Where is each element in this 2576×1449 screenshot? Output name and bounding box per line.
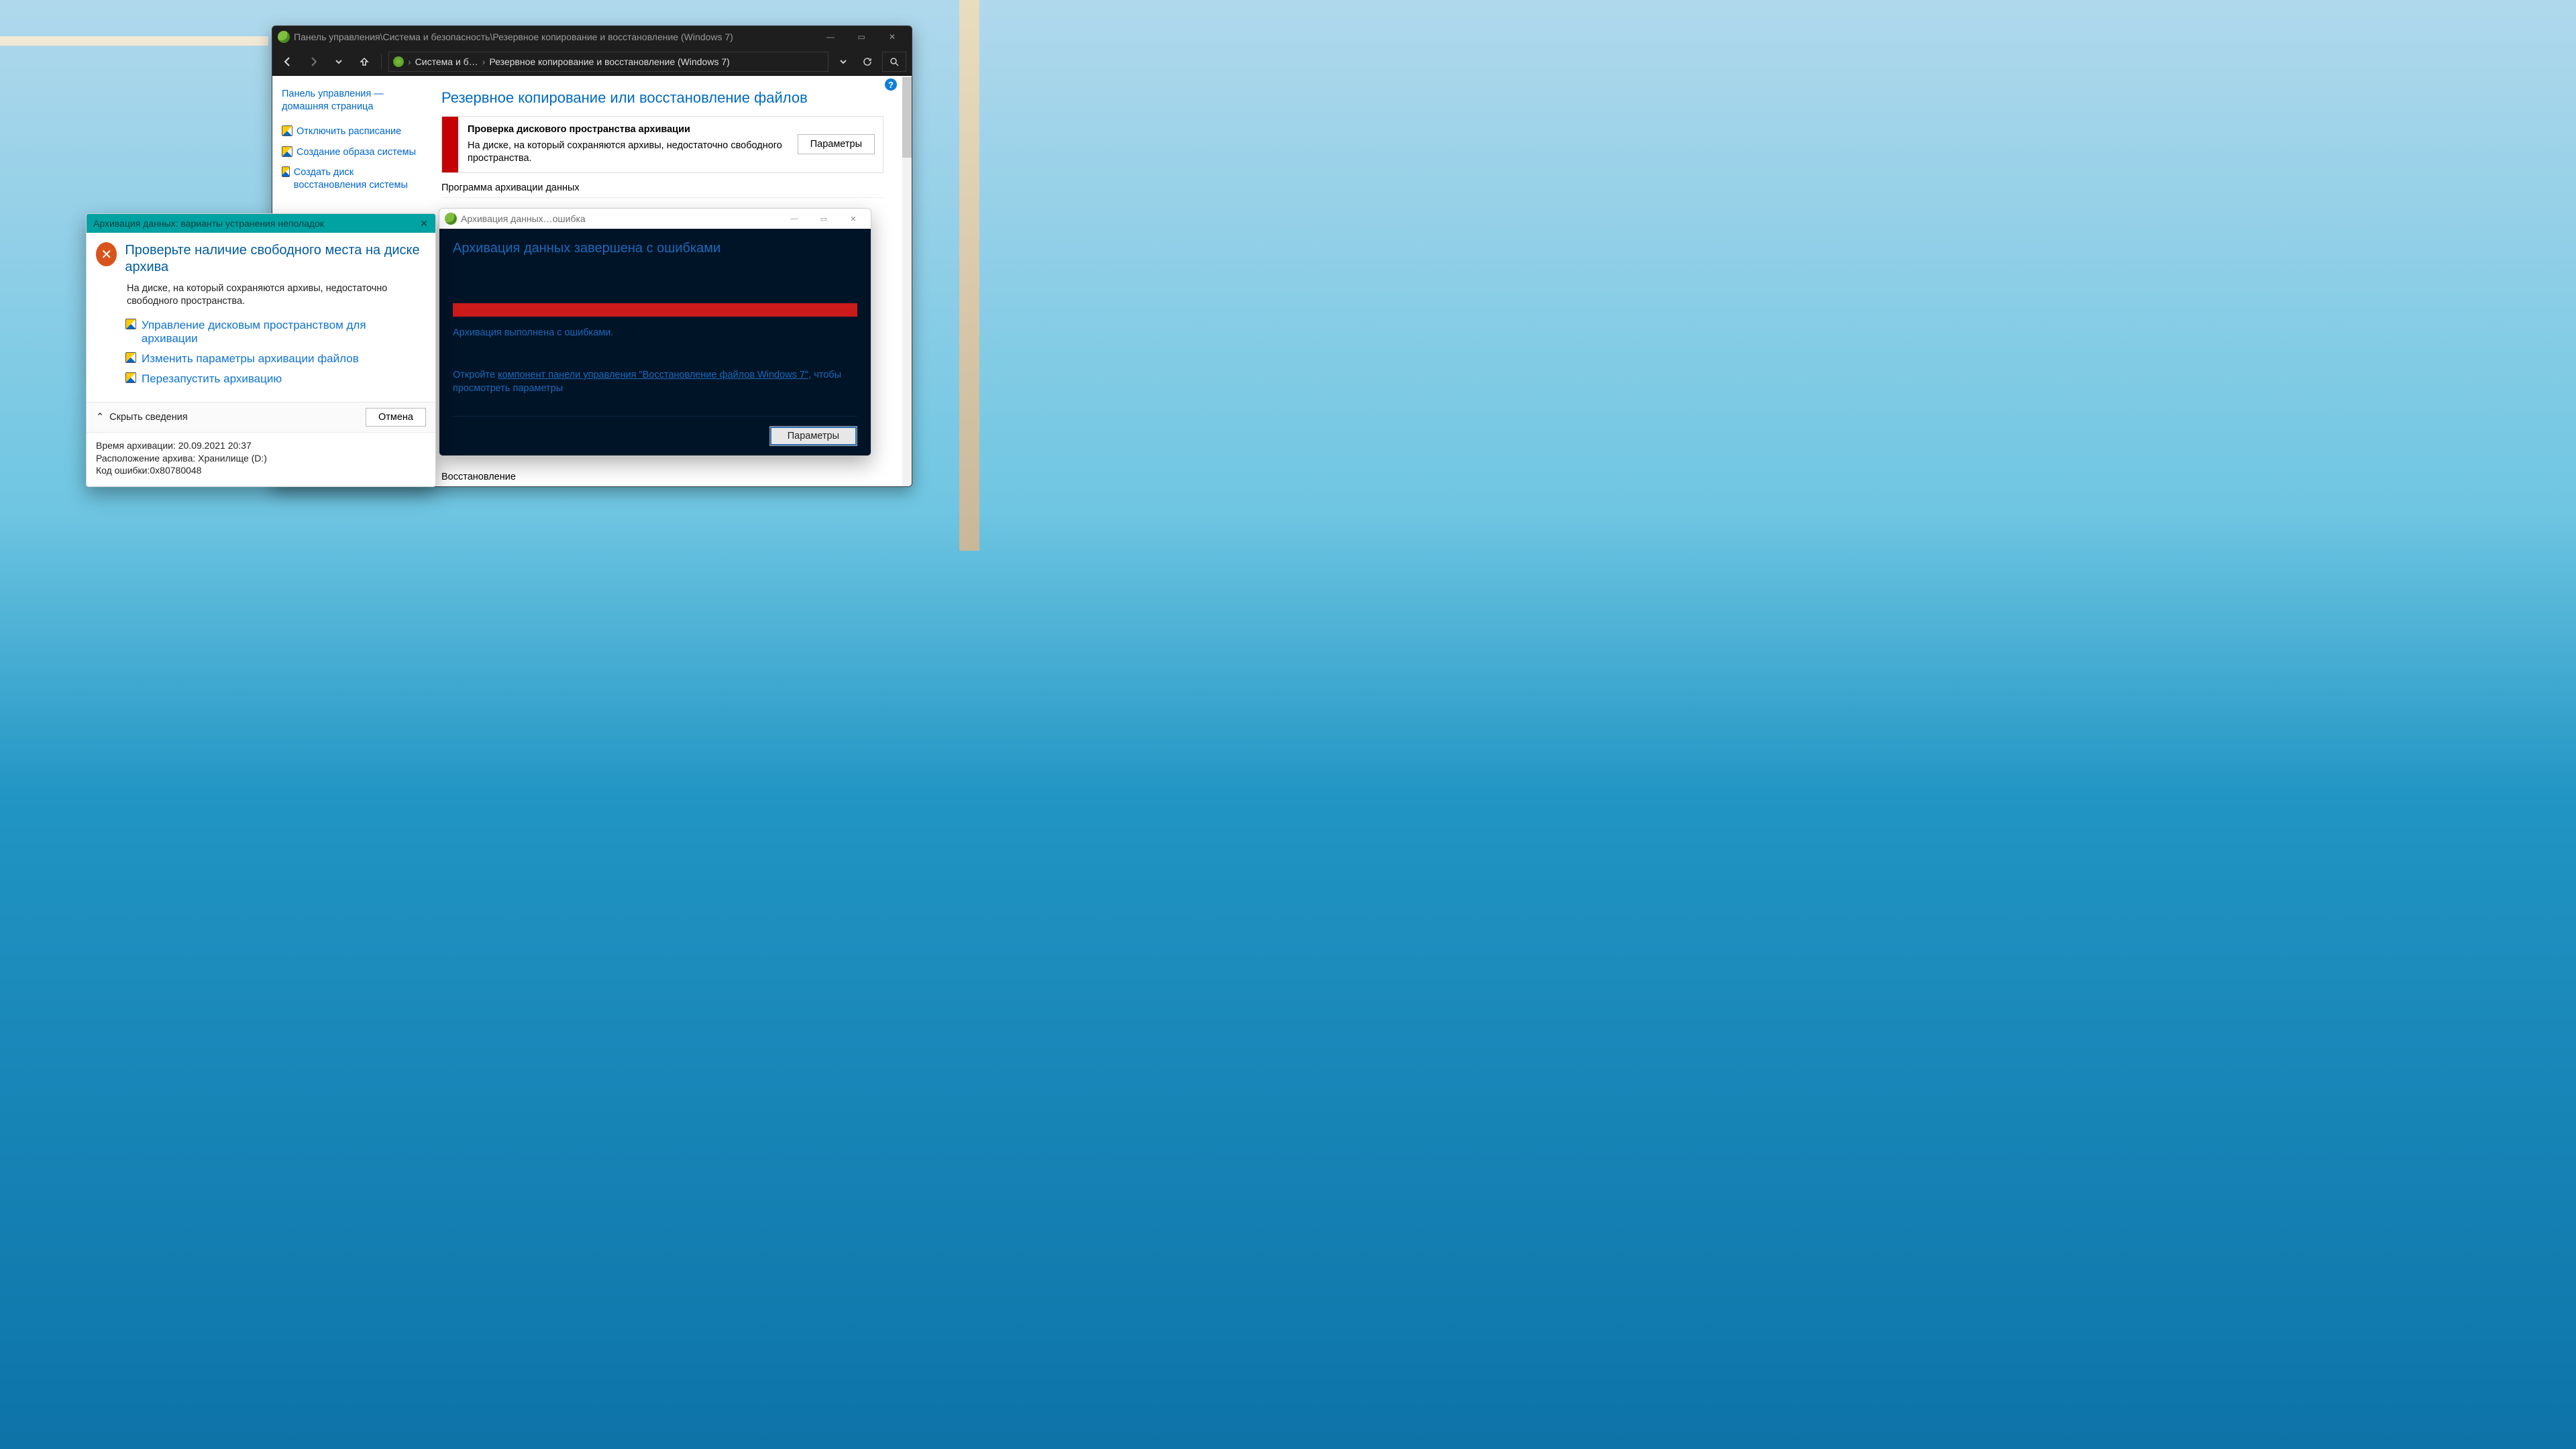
options-button[interactable]: Параметры xyxy=(769,426,857,446)
detail-label: Время архивации: xyxy=(96,440,178,451)
open-control-panel-link[interactable]: компонент панели управления "Восстановле… xyxy=(498,370,808,380)
detail-label: Расположение архива: xyxy=(96,453,198,464)
details-panel: Время архивации: 20.09.2021 20:37 Распол… xyxy=(87,432,435,487)
maximize-button[interactable]: ▭ xyxy=(846,26,877,48)
scrollbar-thumb[interactable] xyxy=(902,77,912,158)
titlebar[interactable]: Панель управления\Система и безопасность… xyxy=(272,26,912,48)
section-heading: Программа архивации данных xyxy=(441,182,883,193)
error-progress-bar xyxy=(453,303,857,317)
action-label: Перезапустить архивацию xyxy=(142,372,282,386)
detail-error-code: Код ошибки:0x80780048 xyxy=(96,464,426,477)
hide-details-label: Скрыть сведения xyxy=(109,412,188,423)
shield-icon xyxy=(282,125,292,136)
action-restart-backup[interactable]: Перезапустить архивацию xyxy=(125,372,423,386)
close-button[interactable]: ✕ xyxy=(417,218,431,229)
error-heading: Архивация данных завершена с ошибками xyxy=(453,241,857,256)
maximize-button[interactable]: ▭ xyxy=(809,209,839,228)
titlebar[interactable]: Архивация данных: варианты устранения не… xyxy=(87,214,435,233)
troubleshoot-dialog: Архивация данных: варианты устранения не… xyxy=(86,213,436,487)
sidebar-link-system-image[interactable]: Создание образа системы xyxy=(282,146,417,159)
forward-button[interactable] xyxy=(303,52,323,72)
shield-icon xyxy=(282,146,292,157)
recent-dropdown-button[interactable] xyxy=(329,52,349,72)
help-icon[interactable]: ? xyxy=(885,78,897,91)
detail-value: Хранилище (D:) xyxy=(198,453,267,464)
restore-heading: Восстановление xyxy=(441,472,516,482)
detail-value: 0x80780048 xyxy=(150,465,201,476)
minimize-button[interactable]: — xyxy=(780,209,809,228)
sidebar-link-label: Отключить расписание xyxy=(297,125,401,138)
path-icon xyxy=(393,56,404,67)
sidebar-link-schedule-off[interactable]: Отключить расписание xyxy=(282,125,417,138)
cancel-button[interactable]: Отмена xyxy=(366,408,426,427)
error-open-line: Откройте компонент панели управления "Во… xyxy=(453,369,857,395)
control-panel-home-link[interactable]: Панель управления — домашняя страница xyxy=(282,88,417,113)
alert-options-button[interactable]: Параметры xyxy=(798,134,875,154)
up-button[interactable] xyxy=(354,52,374,72)
error-status-line: Архивация выполнена с ошибками. xyxy=(453,327,857,338)
breadcrumb-item[interactable]: Резервное копирование и восстановление (… xyxy=(489,56,729,67)
action-label: Управление дисковым пространством для ар… xyxy=(142,319,423,345)
close-button[interactable]: ✕ xyxy=(877,26,908,48)
action-change-backup-settings[interactable]: Изменить параметры архивации файлов xyxy=(125,352,423,366)
breadcrumb[interactable]: › Система и б… › Резервное копирование и… xyxy=(388,52,828,72)
alert-body: На диске, на который сохраняются архивы,… xyxy=(468,140,788,166)
refresh-button[interactable] xyxy=(858,52,877,71)
app-icon xyxy=(445,213,457,225)
sidebar-link-label: Создание образа системы xyxy=(297,146,416,159)
window-title: Панель управления\Система и безопасность… xyxy=(294,32,815,42)
address-bar: › Система и б… › Резервное копирование и… xyxy=(272,48,912,76)
path-dropdown-button[interactable] xyxy=(834,52,853,71)
back-button[interactable] xyxy=(278,52,298,72)
minimize-button[interactable]: — xyxy=(815,26,846,48)
sidebar-link-label: Создать диск восстановления системы xyxy=(294,166,417,192)
chevron-right-icon: › xyxy=(408,56,411,67)
dialog-title: Архивация данных: варианты устранения не… xyxy=(93,218,324,229)
titlebar[interactable]: Архивация данных…ошибка — ▭ ✕ xyxy=(439,209,871,229)
alert-severity-bar xyxy=(442,117,458,172)
shield-icon xyxy=(125,372,136,383)
disk-space-alert: Проверка дискового пространства архиваци… xyxy=(441,116,883,173)
sidebar-link-recovery-disc[interactable]: Создать диск восстановления системы xyxy=(282,166,417,192)
detail-backup-time: Время архивации: 20.09.2021 20:37 xyxy=(96,439,426,452)
close-button[interactable]: ✕ xyxy=(839,209,868,228)
shield-icon xyxy=(125,352,136,363)
breadcrumb-item[interactable]: Система и б… xyxy=(415,56,478,67)
detail-value: 20.09.2021 20:37 xyxy=(178,440,252,451)
chevron-up-icon: ⌃ xyxy=(96,412,104,423)
shield-icon xyxy=(282,166,290,177)
search-input[interactable] xyxy=(882,52,906,72)
open-prefix: Откройте xyxy=(453,370,498,380)
page-heading: Резервное копирование или восстановление… xyxy=(441,89,883,107)
app-icon xyxy=(278,31,290,43)
section-divider xyxy=(441,197,883,198)
troubleshoot-heading: Проверьте наличие свободного места на ди… xyxy=(125,242,423,276)
detail-label: Код ошибки: xyxy=(96,465,150,476)
chevron-right-icon: › xyxy=(482,56,486,67)
alert-title: Проверка дискового пространства архиваци… xyxy=(468,123,788,137)
action-manage-disk-space[interactable]: Управление дисковым пространством для ар… xyxy=(125,319,423,345)
error-icon: ✕ xyxy=(96,242,117,266)
shield-icon xyxy=(125,319,136,329)
backup-error-dialog: Архивация данных…ошибка — ▭ ✕ Архивация … xyxy=(439,208,871,456)
hide-details-toggle[interactable]: ⌃ Скрыть сведения xyxy=(96,412,188,423)
troubleshoot-body: На диске, на который сохраняются архивы,… xyxy=(87,282,435,315)
detail-backup-location: Расположение архива: Хранилище (D:) xyxy=(96,452,426,465)
vertical-scrollbar[interactable] xyxy=(902,76,912,486)
action-label: Изменить параметры архивации файлов xyxy=(142,352,359,366)
dialog-title: Архивация данных…ошибка xyxy=(461,213,780,224)
